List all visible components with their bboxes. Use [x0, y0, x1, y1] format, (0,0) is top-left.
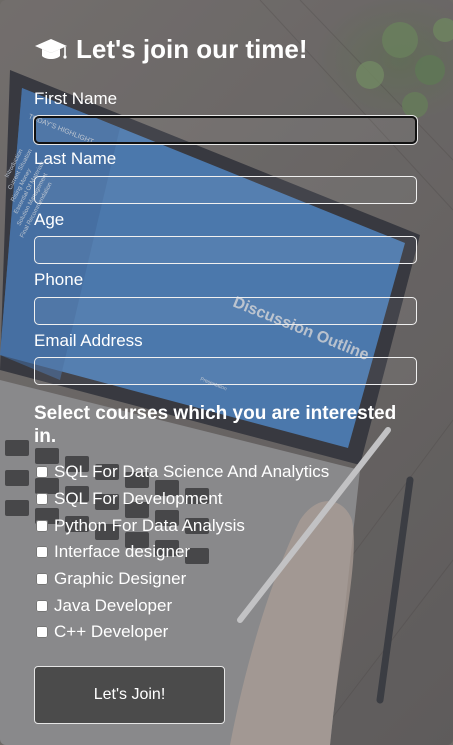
age-label: Age	[34, 210, 65, 229]
course-checkbox[interactable]	[36, 520, 48, 532]
course-option-interface-designer[interactable]: Interface designer	[34, 542, 190, 562]
course-checkbox[interactable]	[36, 466, 48, 478]
join-button[interactable]: Let's Join!	[34, 666, 225, 724]
last-name-label: Last Name	[34, 149, 117, 168]
course-label: Python For Data Analysis	[54, 516, 245, 535]
last-name-input[interactable]	[34, 176, 417, 204]
email-label: Email Address	[34, 331, 143, 350]
screen-list-item-decoration: Rising Money	[10, 168, 32, 203]
course-option-python-data-analysis[interactable]: Python For Data Analysis	[34, 516, 245, 536]
course-label: Graphic Designer	[54, 569, 187, 588]
screen-list-item-decoration: Current Situation	[7, 148, 33, 191]
email-input[interactable]	[34, 357, 417, 385]
course-option-sql-data-science[interactable]: SQL For Data Science And Analytics	[34, 462, 329, 482]
phone-input[interactable]	[34, 297, 417, 325]
plant-decoration	[356, 18, 453, 118]
course-checkbox[interactable]	[36, 573, 48, 585]
course-label: SQL For Development	[54, 489, 223, 508]
course-checkbox[interactable]	[36, 546, 48, 558]
phone-label: Phone	[34, 270, 84, 289]
course-checkbox[interactable]	[36, 493, 48, 505]
course-label: C++ Developer	[54, 622, 169, 641]
graduation-cap-icon	[34, 36, 68, 64]
signup-card: Discussion Outline TODAY'S HIGHLIGHT Int…	[0, 0, 453, 745]
form-title-text: Let's join our time!	[76, 34, 308, 64]
course-option-java-developer[interactable]: Java Developer	[34, 596, 172, 616]
screen-list-item-decoration: Introduction	[4, 148, 24, 179]
course-label: Java Developer	[54, 596, 173, 615]
course-option-sql-development[interactable]: SQL For Development	[34, 489, 223, 509]
course-checkbox[interactable]	[36, 600, 48, 612]
form-title: Let's join our time!	[34, 34, 308, 65]
course-checkbox[interactable]	[36, 626, 48, 638]
first-name-label: First Name	[34, 89, 118, 108]
course-option-graphic-designer[interactable]: Graphic Designer	[34, 569, 186, 589]
first-name-input[interactable]	[34, 116, 417, 144]
course-label: SQL For Data Science And Analytics	[54, 462, 330, 481]
course-label: Interface designer	[54, 542, 191, 561]
courses-heading: Select courses which you are interested …	[34, 403, 397, 447]
course-option-cpp-developer[interactable]: C++ Developer	[34, 622, 168, 642]
age-input[interactable]	[34, 236, 417, 264]
